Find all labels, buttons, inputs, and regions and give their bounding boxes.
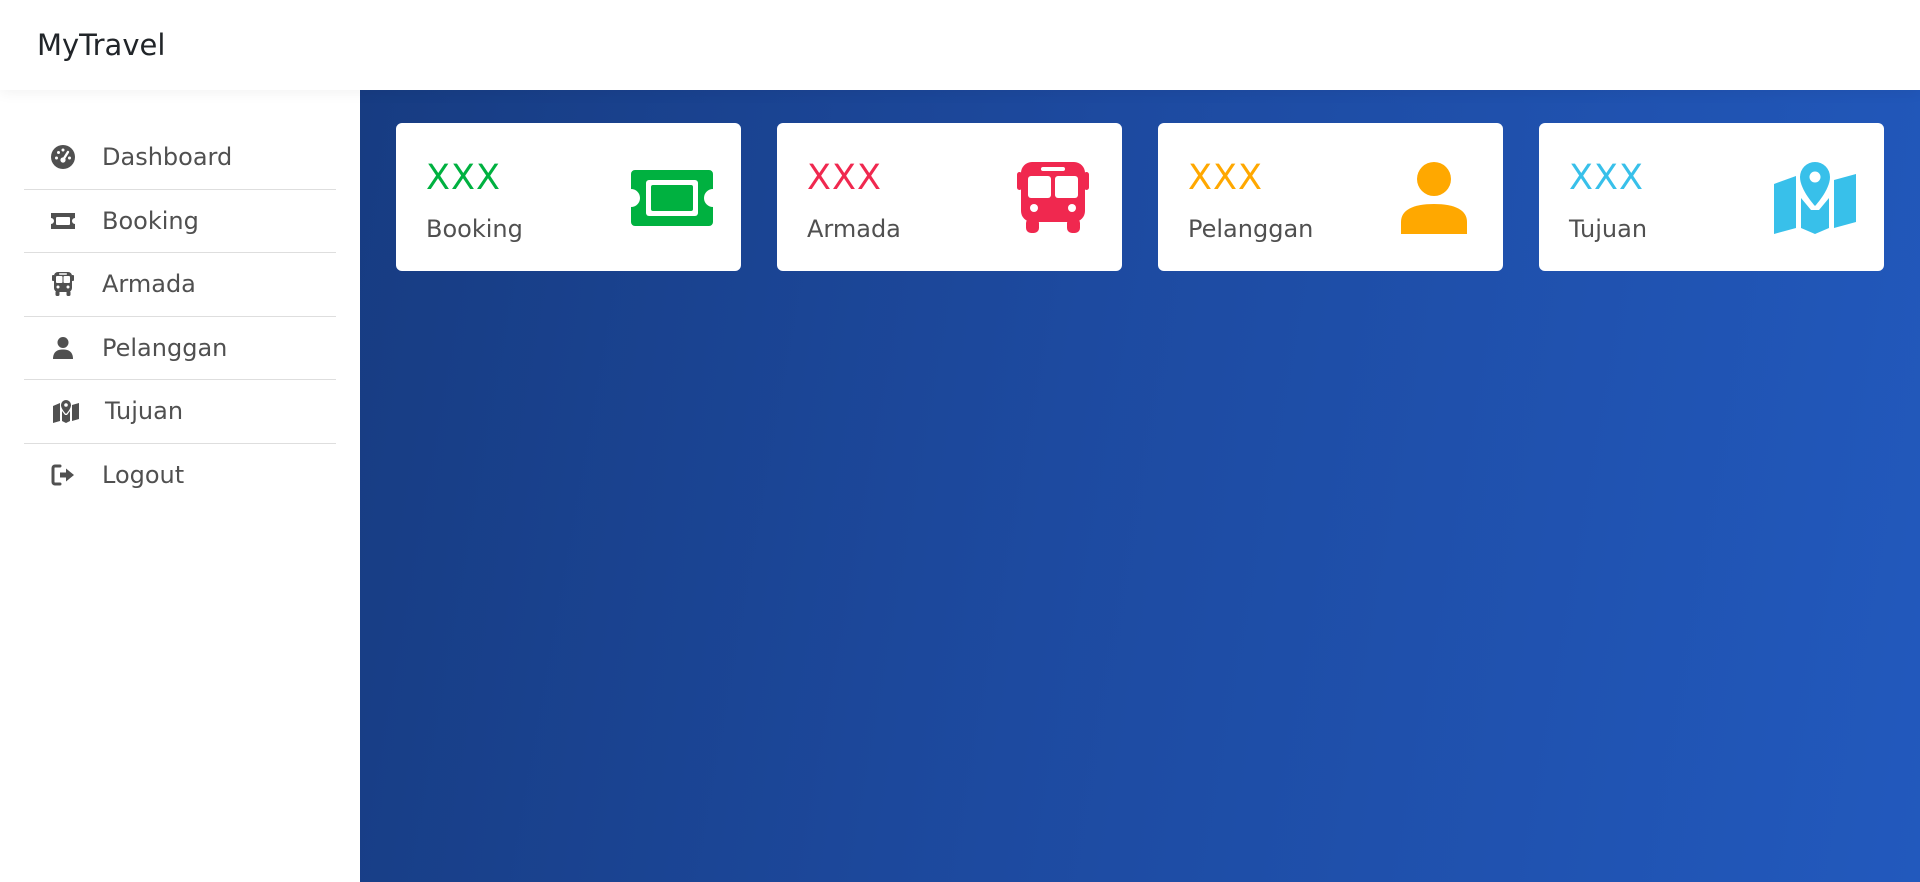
card-label: Pelanggan <box>1188 215 1314 243</box>
sidebar-item-tujuan[interactable]: Tujuan <box>24 380 336 444</box>
stat-card-armada[interactable]: XXX Armada <box>777 123 1122 271</box>
main-content: XXX Booking XXX Armada XXX Pelanggan XXX… <box>360 90 1920 882</box>
sidebar: Dashboard Booking Armada Pelanggan Tujua… <box>0 90 360 882</box>
map-location-icon <box>52 397 80 425</box>
sidebar-item-label: Logout <box>102 461 185 490</box>
stat-card-tujuan[interactable]: XXX Tujuan <box>1539 123 1884 271</box>
sidebar-menu: Dashboard Booking Armada Pelanggan Tujua… <box>24 126 336 507</box>
top-navbar: MyTravel <box>0 0 1920 90</box>
dashboard-gauge-icon <box>49 143 77 171</box>
sidebar-item-pelanggan[interactable]: Pelanggan <box>24 317 336 380</box>
card-count: XXX <box>807 158 882 198</box>
card-count: XXX <box>1569 158 1644 198</box>
stat-card-pelanggan[interactable]: XXX Pelanggan <box>1158 123 1503 271</box>
map-location-icon <box>1774 160 1856 236</box>
sidebar-item-armada[interactable]: Armada <box>24 253 336 317</box>
sidebar-item-dashboard[interactable]: Dashboard <box>24 126 336 190</box>
ticket-icon <box>49 207 77 235</box>
user-icon <box>49 334 77 362</box>
logout-icon <box>49 461 77 489</box>
sidebar-item-booking[interactable]: Booking <box>24 190 336 253</box>
bus-icon <box>1012 160 1094 236</box>
bus-icon <box>49 270 77 298</box>
user-icon <box>1393 160 1475 236</box>
sidebar-item-label: Dashboard <box>102 143 233 172</box>
sidebar-item-label: Pelanggan <box>102 333 228 362</box>
sidebar-item-label: Tujuan <box>105 397 184 426</box>
card-count: XXX <box>1188 158 1263 198</box>
ticket-icon <box>631 160 713 236</box>
card-label: Tujuan <box>1569 215 1648 243</box>
sidebar-item-label: Armada <box>102 270 196 299</box>
sidebar-item-label: Booking <box>102 206 199 235</box>
stat-card-booking[interactable]: XXX Booking <box>396 123 741 271</box>
brand-title[interactable]: MyTravel <box>37 28 165 62</box>
card-label: Armada <box>807 215 901 243</box>
card-count: XXX <box>426 158 501 198</box>
sidebar-item-logout[interactable]: Logout <box>24 444 336 508</box>
card-label: Booking <box>426 215 523 243</box>
